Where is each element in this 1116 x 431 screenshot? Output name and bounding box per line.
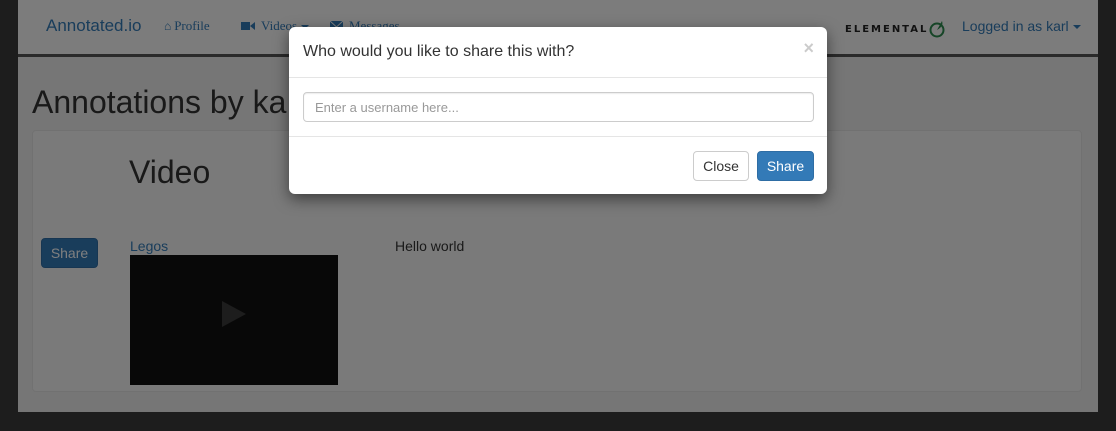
share-button[interactable]: Share [757,151,814,181]
modal-footer: Close Share [289,136,827,195]
modal-header: Who would you like to share this with? × [289,27,827,78]
username-input[interactable] [303,92,814,122]
modal-title: Who would you like to share this with? [303,43,575,60]
share-modal: Who would you like to share this with? ×… [289,27,827,194]
close-icon[interactable]: × [803,38,814,59]
close-button[interactable]: Close [693,151,749,181]
